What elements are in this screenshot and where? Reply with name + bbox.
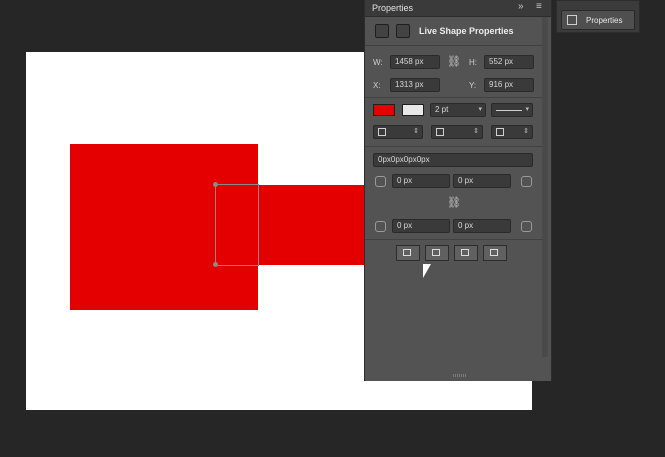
- updown-arrow-icon: ⇕: [413, 128, 419, 135]
- resize-grip[interactable]: [453, 374, 467, 377]
- updown-arrow-icon: ⇕: [523, 128, 529, 135]
- selection-box: [215, 184, 259, 266]
- stroke-width-value: 2 pt: [435, 105, 449, 114]
- bottom-right-radius-field[interactable]: 0 px: [453, 219, 511, 233]
- divider: [365, 146, 543, 147]
- stroke-type-dropdown[interactable]: ▾: [491, 103, 533, 117]
- properties-panel: Properties » ≡ Live Shape Properties W: …: [364, 0, 552, 381]
- stroke-corners-dropdown[interactable]: ⇕: [491, 125, 533, 139]
- bottom-left-radius-field[interactable]: 0 px: [392, 219, 450, 233]
- stroke-width-field[interactable]: 2 pt ▾: [430, 103, 486, 117]
- y-field[interactable]: 916 px: [484, 78, 534, 92]
- w-label: W:: [373, 58, 383, 67]
- x-field[interactable]: 1313 px: [390, 78, 440, 92]
- stroke-caps-icon: [436, 128, 444, 136]
- h-label: H:: [469, 58, 477, 67]
- chevron-down-icon: ▾: [525, 106, 529, 113]
- properties-button-label: Properties: [586, 16, 623, 25]
- stroke-align-icon: [378, 128, 386, 136]
- top-right-radius-field[interactable]: 0 px: [453, 174, 511, 188]
- collapsed-properties-panel: Properties: [556, 0, 640, 33]
- panel-scrollbar[interactable]: [542, 17, 548, 357]
- intersect-shapes-button[interactable]: [454, 245, 478, 261]
- bottom-right-corner-icon: [521, 221, 532, 232]
- panel-header: Properties » ≡: [365, 0, 551, 17]
- live-shape-row: Live Shape Properties: [365, 17, 543, 46]
- anchor-handle-top[interactable]: [213, 182, 218, 187]
- x-label: X:: [373, 81, 381, 90]
- stroke-color-button[interactable]: [402, 104, 424, 116]
- stroke-line-icon: [496, 110, 522, 111]
- transform-icon[interactable]: [375, 24, 389, 38]
- divider: [365, 239, 543, 240]
- combine-shapes-button[interactable]: [396, 245, 420, 261]
- exclude-icon: [490, 249, 498, 256]
- subtract-icon: [432, 249, 440, 256]
- intersect-icon: [461, 249, 469, 256]
- properties-panel-button[interactable]: Properties: [561, 10, 635, 30]
- y-label: Y:: [469, 81, 477, 90]
- top-left-radius-field[interactable]: 0 px: [392, 174, 450, 188]
- height-field[interactable]: 552 px: [484, 55, 534, 69]
- mask-icon[interactable]: [396, 24, 410, 38]
- section-title: Live Shape Properties: [419, 26, 514, 36]
- chevron-down-icon: ▾: [478, 106, 482, 113]
- top-right-corner-icon: [521, 176, 532, 187]
- width-field[interactable]: 1458 px: [390, 55, 440, 69]
- exclude-overlapping-button[interactable]: [483, 245, 507, 261]
- combine-icon: [403, 249, 411, 256]
- subtract-front-shape-button[interactable]: [425, 245, 449, 261]
- anchor-handle-bottom[interactable]: [213, 262, 218, 267]
- corner-summary-field[interactable]: 0px0px0px0px: [373, 153, 533, 167]
- mouse-cursor-icon: [423, 264, 431, 278]
- panel-title: Properties: [372, 3, 414, 13]
- stroke-corners-icon: [496, 128, 504, 136]
- top-left-corner-icon: [375, 176, 386, 187]
- stroke-align-dropdown[interactable]: ⇕: [373, 125, 423, 139]
- panel-menu-icon[interactable]: ≡: [536, 1, 542, 12]
- link-corners-icon[interactable]: ⛓: [447, 196, 461, 209]
- properties-icon: [567, 15, 577, 25]
- fill-color-swatch[interactable]: [373, 104, 395, 116]
- stroke-caps-dropdown[interactable]: ⇕: [431, 125, 483, 139]
- link-dimensions-icon[interactable]: ⛓: [447, 55, 461, 68]
- divider: [365, 97, 543, 98]
- bottom-left-corner-icon: [375, 221, 386, 232]
- collapse-icon[interactable]: »: [518, 1, 524, 12]
- updown-arrow-icon: ⇕: [473, 128, 479, 135]
